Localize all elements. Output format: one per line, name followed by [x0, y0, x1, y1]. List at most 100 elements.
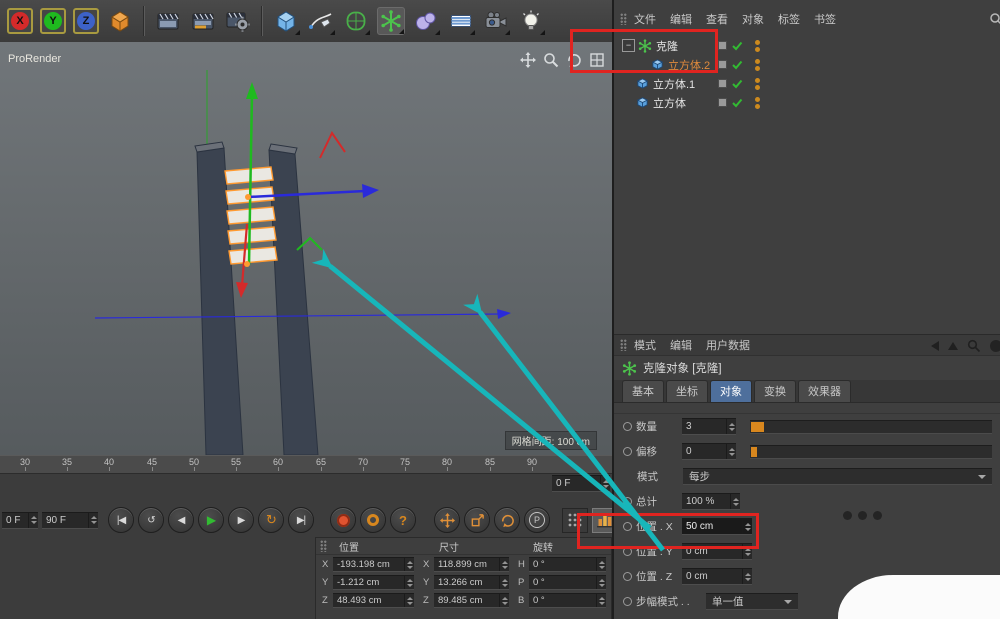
offset-field[interactable]: 0	[682, 443, 736, 460]
rotation-h-field[interactable]: 0 °	[529, 557, 606, 572]
mograph-cloner-button[interactable]	[377, 7, 405, 35]
menu-edit[interactable]: 编辑	[663, 11, 699, 27]
panel-grip-icon[interactable]	[620, 13, 627, 25]
step-mode-dropdown[interactable]: 单一值	[706, 593, 798, 610]
object-toggles[interactable]	[718, 98, 743, 108]
play-backwards-button[interactable]: ↺	[138, 507, 164, 533]
mode-dropdown[interactable]: 每步	[683, 468, 992, 485]
expander-icon[interactable]: −	[622, 39, 635, 52]
spinner[interactable]	[404, 576, 414, 589]
keyframe-circle-icon[interactable]	[623, 522, 632, 531]
viewport-zoom-icon[interactable]	[543, 52, 559, 68]
loop-button[interactable]: ↻	[258, 507, 284, 533]
keyframe-circle-icon[interactable]	[623, 572, 632, 581]
enabled-check-icon[interactable]	[732, 60, 743, 70]
spinner[interactable]	[88, 513, 98, 528]
pen-spline-button[interactable]	[307, 7, 335, 35]
offset-slider[interactable]	[750, 445, 992, 459]
add-cube-button[interactable]	[272, 7, 300, 35]
floor-button[interactable]	[447, 7, 475, 35]
keyframe-palette-button[interactable]	[562, 508, 588, 533]
layer-square-icon[interactable]	[718, 60, 727, 69]
current-frame-field[interactable]: 90 F	[42, 512, 98, 529]
size-z-field[interactable]: 89.485 cm	[434, 593, 509, 608]
total-field[interactable]: 100 %	[682, 493, 740, 510]
position-z-field[interactable]: 48.493 cm	[333, 593, 414, 608]
tab-basic[interactable]: 基本	[622, 380, 664, 402]
object-toggles[interactable]	[718, 60, 743, 70]
range-start-field[interactable]: 0 F	[2, 512, 38, 529]
timeline-ruler[interactable]: 30 35 40 45 50 55 60 65 70 75 80 85 90	[0, 455, 612, 474]
position-x-step-field[interactable]: 50 cm	[682, 518, 752, 535]
count-slider[interactable]	[750, 420, 992, 434]
subdivision-surface-button[interactable]	[342, 7, 370, 35]
rotation-p-field[interactable]: 0 °	[529, 575, 606, 590]
search-icon[interactable]	[989, 12, 1000, 27]
spinner[interactable]	[596, 576, 606, 589]
object-name[interactable]: 立方体.2	[668, 57, 710, 73]
goto-start-button[interactable]: |◀	[108, 507, 134, 533]
keyframe-circle-icon[interactable]	[623, 597, 632, 606]
object-name[interactable]: 立方体.1	[653, 76, 695, 92]
object-row-cloner[interactable]: − 克隆	[614, 36, 1000, 55]
object-row-cube2[interactable]: 立方体.2	[614, 55, 1000, 74]
size-x-field[interactable]: 118.899 cm	[434, 557, 509, 572]
keyframe-circle-icon[interactable]	[623, 547, 632, 556]
spinner[interactable]	[404, 558, 414, 571]
spinner[interactable]	[742, 569, 752, 584]
end-frame-field[interactable]: 0 F	[552, 475, 610, 492]
spinner[interactable]	[28, 513, 38, 528]
record-keyframe-button[interactable]	[330, 507, 356, 533]
play-button[interactable]: ▶	[198, 507, 224, 533]
keyframe-circle-icon[interactable]	[623, 497, 632, 506]
object-toggles[interactable]	[718, 79, 743, 89]
layer-square-icon[interactable]	[718, 79, 727, 88]
spinner[interactable]	[499, 594, 509, 607]
previous-frame-button[interactable]: ◀	[168, 507, 194, 533]
position-x-field[interactable]: -193.198 cm	[333, 557, 414, 572]
menu-object[interactable]: 对象	[735, 11, 771, 27]
spinner[interactable]	[726, 419, 736, 434]
key-position-toggle[interactable]	[434, 507, 460, 533]
visibility-dots-icon[interactable]	[755, 59, 760, 71]
visibility-dots-icon[interactable]	[755, 97, 760, 109]
lock-y-axis-button[interactable]: Y	[40, 8, 66, 34]
history-back-icon[interactable]	[931, 341, 939, 351]
spinner[interactable]	[742, 544, 752, 559]
key-scale-toggle[interactable]	[464, 507, 490, 533]
key-parameter-toggle[interactable]: P	[524, 507, 550, 533]
coordinate-system-button[interactable]	[106, 7, 134, 35]
key-rotation-toggle[interactable]	[494, 507, 520, 533]
keyframe-circle-icon[interactable]	[623, 447, 632, 456]
render-picture-viewer-button[interactable]	[189, 7, 217, 35]
search-icon[interactable]	[967, 339, 981, 353]
render-settings-button[interactable]	[224, 7, 252, 35]
position-y-field[interactable]: -1.212 cm	[333, 575, 414, 590]
goto-end-button[interactable]: ▶|	[288, 507, 314, 533]
lock-icon[interactable]	[990, 340, 1000, 352]
layer-square-icon[interactable]	[718, 41, 727, 50]
object-toggles[interactable]	[718, 41, 743, 51]
menu-user-data[interactable]: 用户数据	[699, 337, 757, 353]
visibility-dots-icon[interactable]	[755, 40, 760, 52]
tab-transform[interactable]: 变换	[754, 380, 796, 402]
spinner[interactable]	[499, 558, 509, 571]
keyframe-circle-icon[interactable]	[623, 422, 632, 431]
spinner[interactable]	[596, 594, 606, 607]
panel-grip-icon[interactable]	[620, 339, 627, 351]
enabled-check-icon[interactable]	[732, 41, 743, 51]
spinner[interactable]	[742, 519, 752, 534]
spinner[interactable]	[600, 476, 610, 491]
viewport-pan-icon[interactable]	[520, 52, 536, 68]
viewport-3d[interactable]: ProRender 网格间距: 100 cm	[0, 42, 612, 456]
spinner[interactable]	[499, 576, 509, 589]
position-z-step-field[interactable]: 0 cm	[682, 568, 752, 585]
enabled-check-icon[interactable]	[732, 79, 743, 89]
object-name[interactable]: 克隆	[656, 38, 678, 54]
spinner[interactable]	[596, 558, 606, 571]
panel-grip-icon[interactable]	[320, 540, 327, 552]
menu-file[interactable]: 文件	[627, 11, 663, 27]
spinner[interactable]	[404, 594, 414, 607]
tab-coordinates[interactable]: 坐标	[666, 380, 708, 402]
lock-x-axis-button[interactable]: X	[7, 8, 33, 34]
